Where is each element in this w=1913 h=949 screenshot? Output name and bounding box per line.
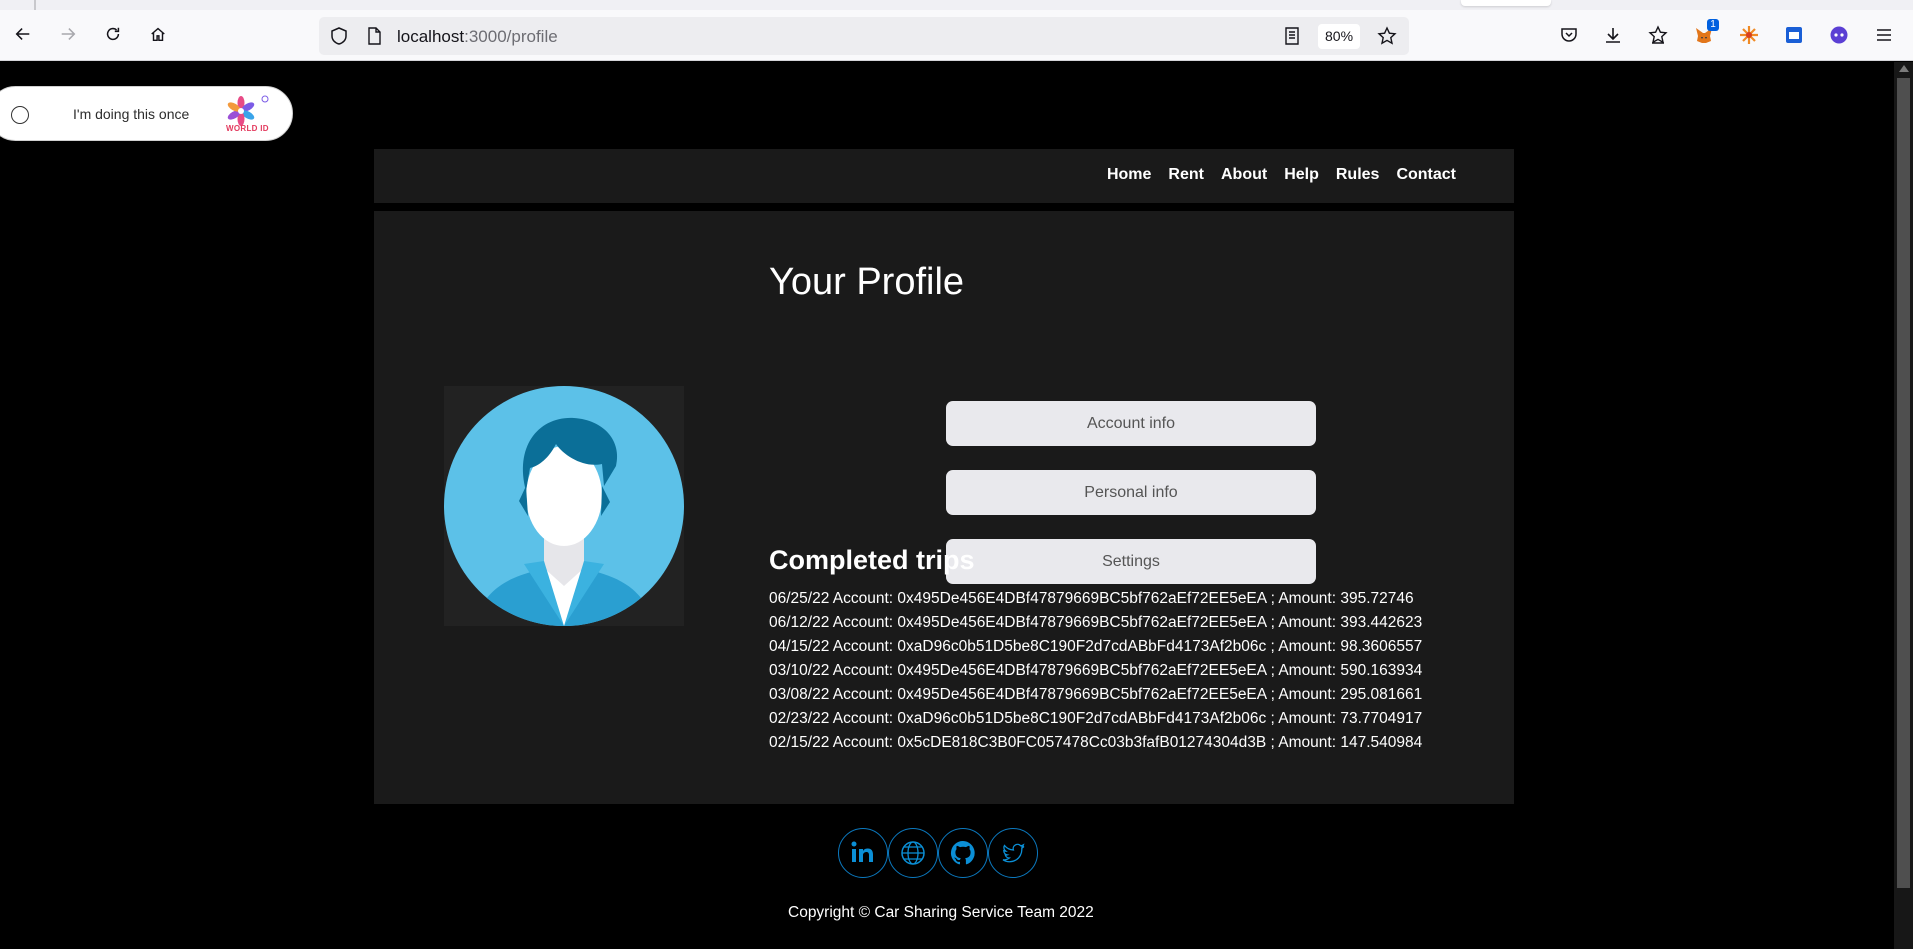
worldid-radio[interactable] bbox=[11, 106, 29, 124]
spark-icon bbox=[1740, 26, 1758, 44]
trip-item: 04/15/22 Account: 0xaD96c0b51D5be8C190F2… bbox=[769, 638, 1423, 655]
trip-item: 03/08/22 Account: 0x495De456E4DBf4787966… bbox=[769, 686, 1423, 703]
home-button[interactable] bbox=[146, 22, 170, 46]
browser-window-icon bbox=[1786, 27, 1802, 43]
url-host: localhost bbox=[397, 27, 465, 46]
downloads-button[interactable] bbox=[1602, 24, 1624, 46]
chat-bubble-icon bbox=[1830, 26, 1848, 44]
completed-trips-heading: Completed trips bbox=[769, 545, 975, 575]
tab-strip bbox=[0, 0, 1913, 10]
top-navbar: Home Rent About Help Rules Contact bbox=[374, 149, 1514, 203]
hamburger-menu-icon bbox=[1877, 29, 1891, 41]
browser-toolbar: localhost:3000/profile 80% 1 bbox=[0, 10, 1913, 61]
nav-link-home[interactable]: Home bbox=[1107, 166, 1151, 183]
personal-info-button[interactable]: Personal info bbox=[946, 470, 1316, 515]
back-arrow-icon bbox=[15, 28, 30, 40]
nav-menu: Home Rent About Help Rules Contact bbox=[1107, 166, 1456, 184]
website-link[interactable] bbox=[888, 828, 938, 878]
active-tab[interactable] bbox=[1461, 0, 1551, 6]
forward-button[interactable] bbox=[56, 22, 80, 46]
trip-item: 02/15/22 Account: 0x5cDE818C3B0FC057478C… bbox=[769, 734, 1423, 751]
nav-link-about[interactable]: About bbox=[1221, 166, 1267, 183]
worldid-label: I'm doing this once bbox=[73, 106, 190, 122]
github-icon bbox=[950, 840, 975, 865]
spark-extension[interactable] bbox=[1738, 24, 1760, 46]
page-scrollbar[interactable] bbox=[1894, 62, 1913, 949]
globe-icon bbox=[901, 841, 925, 865]
collections-button[interactable] bbox=[1647, 24, 1669, 46]
page-info-icon[interactable] bbox=[364, 26, 384, 46]
avatar bbox=[444, 386, 684, 626]
trip-item: 06/25/22 Account: 0x495De456E4DBf4787966… bbox=[769, 590, 1414, 607]
app-menu-button[interactable] bbox=[1873, 24, 1895, 46]
twitter-bird-icon bbox=[1002, 843, 1025, 863]
web-extension[interactable] bbox=[1783, 24, 1805, 46]
nav-link-rules[interactable]: Rules bbox=[1336, 166, 1380, 183]
starred-collection-icon bbox=[1648, 25, 1668, 44]
account-info-button[interactable]: Account info bbox=[946, 401, 1316, 446]
tab-divider bbox=[34, 0, 36, 10]
back-button[interactable] bbox=[11, 22, 35, 46]
linkedin-link[interactable] bbox=[838, 828, 888, 878]
worldid-widget[interactable]: I'm doing this once WORLD ID bbox=[0, 86, 293, 141]
account-extension[interactable] bbox=[1828, 24, 1850, 46]
tracking-shield-icon[interactable] bbox=[329, 26, 349, 46]
nav-link-help[interactable]: Help bbox=[1284, 166, 1319, 183]
reload-button[interactable] bbox=[101, 22, 125, 46]
user-avatar-icon bbox=[444, 386, 684, 626]
page-title: Your Profile bbox=[769, 261, 965, 303]
github-link[interactable] bbox=[938, 828, 988, 878]
scroll-up-arrow-icon[interactable] bbox=[1899, 65, 1909, 72]
copyright-text: Copyright © Car Sharing Service Team 202… bbox=[788, 904, 1094, 921]
url-path: :3000/profile bbox=[464, 27, 558, 46]
pocket-button[interactable] bbox=[1558, 24, 1580, 46]
trip-item: 02/23/22 Account: 0xaD96c0b51D5be8C190F2… bbox=[769, 710, 1423, 727]
settings-button[interactable]: Settings bbox=[946, 539, 1316, 584]
forward-arrow-icon bbox=[61, 28, 76, 40]
extension-badge: 1 bbox=[1707, 19, 1719, 31]
worldid-logo-text: WORLD ID bbox=[226, 124, 269, 133]
social-links bbox=[838, 828, 1038, 878]
reader-view-icon[interactable] bbox=[1282, 26, 1302, 46]
zoom-indicator[interactable]: 80% bbox=[1318, 24, 1361, 49]
reload-icon bbox=[106, 27, 120, 41]
trip-item: 06/12/22 Account: 0x495De456E4DBf4787966… bbox=[769, 614, 1423, 631]
download-icon bbox=[1606, 28, 1620, 43]
nav-link-contact[interactable]: Contact bbox=[1396, 166, 1456, 183]
trip-item: 03/10/22 Account: 0x495De456E4DBf4787966… bbox=[769, 662, 1423, 679]
twitter-link[interactable] bbox=[988, 828, 1038, 878]
url-text[interactable]: localhost:3000/profile bbox=[397, 27, 558, 47]
scrollbar-thumb[interactable] bbox=[1897, 78, 1910, 888]
page-viewport: I'm doing this once WORLD ID Home Rent A… bbox=[0, 62, 1894, 949]
completed-trips-list: 06/25/22 Account: 0x495De456E4DBf4787966… bbox=[769, 587, 1422, 755]
bookmark-star-icon[interactable] bbox=[1377, 26, 1397, 46]
profile-card: Your Profile Account info Personal info … bbox=[374, 211, 1514, 804]
metamask-extension[interactable]: 1 bbox=[1693, 19, 1719, 46]
url-bar[interactable]: localhost:3000/profile 80% bbox=[319, 17, 1409, 55]
nav-link-rent[interactable]: Rent bbox=[1168, 166, 1204, 183]
home-icon bbox=[151, 27, 165, 42]
linkedin-icon bbox=[851, 841, 873, 862]
pocket-icon bbox=[1561, 28, 1577, 42]
